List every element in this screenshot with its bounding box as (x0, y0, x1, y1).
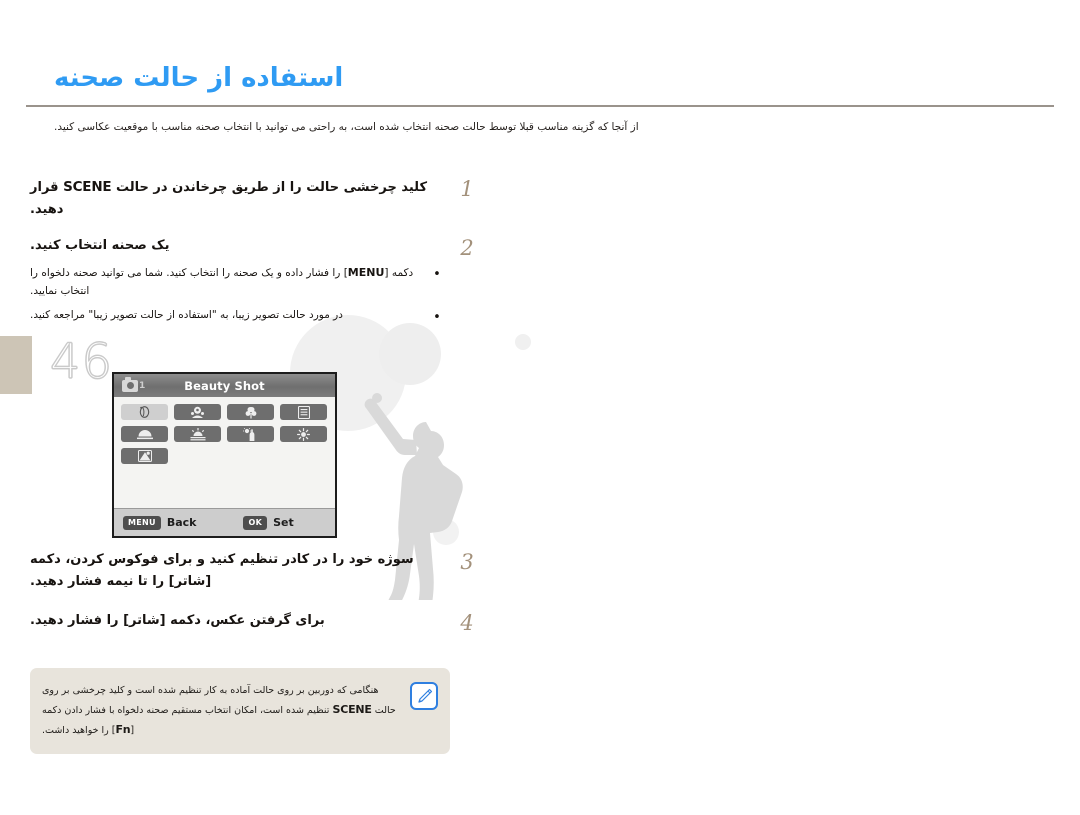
tile-close-up[interactable] (227, 404, 274, 420)
lcd-title: Beauty Shot (184, 378, 265, 393)
tile-fireworks[interactable] (280, 426, 327, 442)
step-item: 2 یک صحنه انتخاب کنید. • دکمه [MENU] را … (30, 235, 480, 335)
step-item: 1 کلید چرخشی حالت را از طریق چرخاندن در … (30, 176, 480, 221)
backlight-icon (243, 427, 255, 441)
bullet-text: در مورد حالت تصویر زیبا، به "استفاده از … (30, 308, 343, 321)
lcd-screen: 1 Beauty Shot MENU Back OK Set (112, 372, 337, 538)
lcd-tile-grid (114, 397, 335, 508)
back-label: Back (166, 516, 197, 529)
text-icon (297, 405, 310, 419)
fireworks-icon (297, 427, 310, 441)
bullet-text-before: دکمه [ (384, 267, 414, 280)
ok-button-chip[interactable]: OK (243, 515, 268, 530)
page-title: استفاده از حالت صحنه (54, 63, 344, 93)
lcd-tile-row (121, 404, 328, 420)
step-body: یک صحنه انتخاب کنید. • دکمه [MENU] را فش… (30, 235, 454, 335)
pen-glyph (417, 688, 432, 703)
lcd-set-control[interactable]: OK Set (243, 515, 294, 530)
lcd-tile-row (121, 448, 328, 464)
manual-page: 46 استفاده از حالت صحنه از آنجا که گزینه… (0, 0, 1080, 815)
close-up-icon (245, 406, 256, 418)
note-pen-icon (410, 682, 438, 710)
tile-sunset[interactable] (121, 426, 168, 442)
lcd-titlebar: 1 Beauty Shot (114, 374, 335, 397)
beauty-shot-icon (139, 406, 150, 418)
page-subtitle: از آنجا که گزینه مناسب قبلا توسط حالت صح… (54, 120, 639, 133)
note-fn-keyword: Fn (115, 722, 131, 736)
step-bullets: • دکمه [MENU] را فشار داده و یک صحنه را … (30, 264, 448, 328)
note-text: هنگامی که دوربین بر روی حالت آماده به کا… (42, 682, 400, 740)
step-text: سوژه خود را در کادر تنظیم کنید و برای فو… (30, 552, 414, 590)
kids-icon (191, 406, 204, 418)
scene-mode-keyword: SCENE (63, 179, 112, 195)
chapter-tab (0, 336, 32, 394)
bullet-text: دکمه [MENU] را فشار داده و یک صحنه را ان… (30, 264, 430, 300)
tile-beach-snow[interactable] (121, 448, 168, 464)
beach-snow-icon (137, 450, 152, 462)
step-text: یک صحنه انتخاب کنید. (30, 238, 170, 254)
step-body: کلید چرخشی حالت را از طریق چرخاندن در حا… (30, 176, 454, 221)
lcd-footer: MENU Back OK Set (114, 508, 335, 536)
tile-backlight[interactable] (227, 426, 274, 442)
menu-button-chip[interactable]: MENU (123, 515, 161, 530)
menu-button-keyword: MENU (347, 266, 385, 280)
step-item: 3 سوژه خود را در کادر تنظیم کنید و برای … (30, 549, 480, 593)
step-text: کلید چرخشی حالت را از طریق چرخاندن در حا… (30, 176, 448, 221)
title-divider (26, 104, 1054, 107)
step-text-after: قرار دهید. (30, 180, 64, 218)
bullet-marker: • (433, 267, 441, 283)
tile-kids[interactable] (174, 404, 221, 420)
step-text: برای گرفتن عکس، دکمه [شاتر] را فشار دهید… (30, 612, 325, 628)
step-number: 4 (460, 610, 474, 635)
tile-text[interactable] (280, 404, 327, 420)
step-body: برای گرفتن عکس، دکمه [شاتر] را فشار دهید… (30, 610, 454, 632)
bullet-marker: • (433, 309, 441, 325)
set-label: Set (273, 516, 294, 529)
step-body: سوژه خود را در کادر تنظیم کنید و برای فو… (30, 549, 454, 593)
step-number: 1 (460, 177, 474, 201)
step-number: 2 (460, 236, 474, 261)
note-line3-b: ] را خواهید داشت. (42, 724, 116, 736)
bullet-text-after: ] را فشار داده و یک صحنه را انتخاب کنید.… (30, 267, 348, 297)
sunset-icon (136, 430, 153, 440)
note-box: هنگامی که دوربین بر روی حالت آماده به کا… (30, 668, 450, 755)
page-header: استفاده از حالت صحنه از آنجا که گزینه من… (26, 62, 1054, 135)
step-text-before: کلید چرخشی حالت را از طریق چرخاندن در حا… (115, 180, 428, 195)
lcd-back-control[interactable]: MENU Back (123, 515, 197, 530)
note-line1: هنگامی که دوربین بر روی حالت آماده به کا… (72, 685, 379, 696)
bullet-item: • در مورد حالت تصویر زیبا، به "استفاده ا… (30, 307, 444, 328)
lcd-tile-row (121, 426, 328, 442)
step-item: 4 برای گرفتن عکس، دکمه [شاتر] را فشار ده… (30, 610, 480, 636)
note-scene-keyword: SCENE (332, 702, 372, 716)
step-number: 3 (460, 550, 474, 575)
note-line2-b: تنظیم شده است، امکان انتخاب مستقیم صحنه … (117, 704, 330, 716)
tile-dawn[interactable] (174, 426, 221, 442)
camera-lcd-screenshot: 1 Beauty Shot MENU Back OK Set (112, 372, 337, 538)
bullet-item: • دکمه [MENU] را فشار داده و یک صحنه را … (30, 264, 444, 300)
tile-beauty-shot[interactable] (121, 404, 168, 420)
dawn-icon (190, 427, 205, 440)
